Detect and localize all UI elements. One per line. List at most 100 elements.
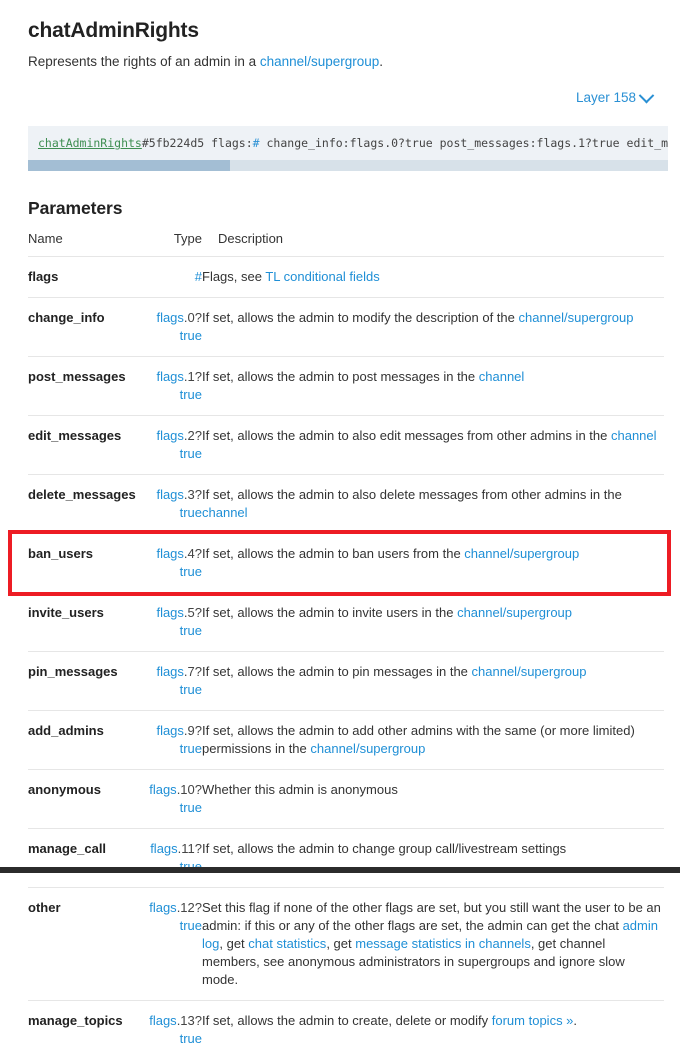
param-type-link[interactable]: flags: [149, 900, 176, 915]
param-type-link[interactable]: flags: [156, 546, 183, 561]
param-type: flags.1?true: [148, 357, 202, 416]
param-type-true-link[interactable]: true: [148, 622, 202, 640]
description-link[interactable]: supergroup: [568, 310, 634, 325]
param-type-link[interactable]: flags: [156, 605, 183, 620]
code-constructor-id: #5fb224d5: [142, 136, 204, 150]
description-text: .: [573, 1013, 577, 1028]
description-text: Set this flag if none of the other flags…: [202, 900, 661, 933]
param-type-link[interactable]: flags: [156, 664, 183, 679]
param-description: If set, allows the admin to invite users…: [202, 593, 664, 652]
param-type-true-link[interactable]: true: [148, 504, 202, 522]
param-type-link[interactable]: flags: [156, 369, 183, 384]
param-name: post_messages: [28, 357, 148, 416]
description-link[interactable]: channel: [519, 310, 565, 325]
param-description: If set, allows the admin to also delete …: [202, 475, 664, 534]
layer-selector[interactable]: Layer 158: [576, 90, 652, 105]
description-link[interactable]: supergroup: [513, 546, 579, 561]
param-type-true-link[interactable]: true: [148, 799, 202, 817]
param-type: flags.2?true: [148, 416, 202, 475]
description-link[interactable]: channel: [472, 664, 518, 679]
param-description: If set, allows the admin to also edit me…: [202, 416, 664, 475]
param-type: flags.12? true: [148, 888, 202, 1001]
description-link[interactable]: channel: [202, 505, 248, 520]
description-text: If set, allows the admin to invite users…: [202, 605, 457, 620]
description-link[interactable]: supergroup: [521, 664, 587, 679]
param-type-true-link[interactable]: true: [148, 563, 202, 581]
param-type: flags.7?true: [148, 652, 202, 711]
description-text: If set, allows the admin to also delete …: [202, 487, 622, 502]
param-type-link[interactable]: flags: [156, 428, 183, 443]
code-block-spacer: [28, 171, 668, 178]
code-hash-type: #: [253, 136, 260, 150]
description-text: If set, allows the admin to post message…: [202, 369, 479, 384]
code-scrollbar-track[interactable]: [28, 160, 668, 171]
table-row: flags #Flags, see TL conditional fields: [28, 257, 664, 298]
param-name: flags: [28, 257, 148, 298]
description-link[interactable]: chat statistics: [248, 936, 326, 951]
description-link[interactable]: channel: [464, 546, 510, 561]
table-row: post_messagesflags.1?trueIf set, allows …: [28, 357, 664, 416]
description-text: If set, allows the admin to create, dele…: [202, 1013, 492, 1028]
param-type-link[interactable]: flags: [149, 782, 176, 797]
description-link[interactable]: message statistics in channels: [355, 936, 531, 951]
param-name: change_info: [28, 298, 148, 357]
description-link[interactable]: TL conditional fields: [265, 269, 379, 284]
description-link[interactable]: channel: [310, 741, 356, 756]
layer-selector-row: Layer 158: [0, 71, 680, 111]
code-scrollbar-thumb[interactable]: [28, 160, 230, 171]
param-type-true-link[interactable]: true: [148, 740, 202, 758]
param-name: delete_messages: [28, 475, 148, 534]
description-link[interactable]: channel: [457, 605, 503, 620]
description-link[interactable]: channel: [479, 369, 525, 384]
table-row: ban_usersflags.4?trueIf set, allows the …: [28, 534, 664, 593]
param-description: Flags, see TL conditional fields: [202, 257, 664, 298]
column-header-name: Name: [28, 231, 148, 257]
parameters-section-title: Parameters: [0, 178, 680, 219]
table-row: invite_usersflags.5?trueIf set, allows t…: [28, 593, 664, 652]
description-text: If set, allows the admin to ban users fr…: [202, 546, 464, 561]
chevron-down-icon: [639, 88, 655, 104]
param-type-bit: .4?: [184, 546, 202, 561]
table-row: manage_callflags.11?trueIf set, allows t…: [28, 829, 664, 888]
param-name: anonymous: [28, 770, 148, 829]
param-type-link[interactable]: flags: [156, 487, 183, 502]
link-supergroup[interactable]: supergroup: [311, 54, 379, 69]
table-row: delete_messages flags.3? trueIf set, allow…: [28, 475, 664, 534]
description-text: If set, allows the admin to also edit me…: [202, 428, 611, 443]
param-type-bit: .3?: [184, 487, 202, 502]
description-text: If set, allows the admin to pin messages…: [202, 664, 472, 679]
param-type-bit: .11?: [178, 841, 202, 856]
description-link[interactable]: supergroup: [506, 605, 572, 620]
param-description: If set, allows the admin to create, dele…: [202, 1001, 664, 1059]
param-type-link[interactable]: flags: [156, 723, 183, 738]
table-header-row: Name Type Description: [28, 231, 664, 257]
param-type-bit: .12?: [177, 900, 202, 915]
tl-schema-code-block: chatAdminRights#5fb224d5 flags:# change_…: [28, 126, 668, 178]
param-name: manage_call: [28, 829, 148, 888]
param-type-link[interactable]: flags: [150, 841, 177, 856]
link-channel[interactable]: channel: [260, 54, 307, 69]
param-type-link[interactable]: #: [195, 269, 202, 284]
param-type-true-link[interactable]: true: [148, 445, 202, 463]
description-text: Flags, see: [202, 269, 265, 284]
description-link[interactable]: channel: [611, 428, 657, 443]
param-type-true-link[interactable]: true: [148, 327, 202, 345]
param-description: If set, allows the admin to add other ad…: [202, 711, 664, 770]
param-type-link[interactable]: flags: [149, 1013, 176, 1028]
param-type-link[interactable]: flags: [156, 310, 183, 325]
param-description: Set this flag if none of the other flags…: [202, 888, 664, 1001]
param-type-true-link[interactable]: true: [148, 386, 202, 404]
param-type: flags.13?true: [148, 1001, 202, 1059]
code-constructor-link[interactable]: chatAdminRights: [38, 136, 142, 150]
code-rest: change_info:flags.0?true post_messages:f…: [260, 136, 668, 150]
description-link[interactable]: supergroup: [360, 741, 426, 756]
param-description: If set, allows the admin to ban users fr…: [202, 534, 664, 593]
page-intro: Represents the rights of an admin in a c…: [0, 44, 680, 71]
param-type-bit: .9?: [184, 723, 202, 738]
table-row: add_adminsflags.9?trueIf set, allows the…: [28, 711, 664, 770]
description-link[interactable]: forum topics »: [492, 1013, 574, 1028]
param-type-true-link[interactable]: true: [148, 917, 202, 935]
param-type: #: [148, 257, 202, 298]
param-type-true-link[interactable]: true: [148, 1030, 202, 1048]
param-type-true-link[interactable]: true: [148, 681, 202, 699]
